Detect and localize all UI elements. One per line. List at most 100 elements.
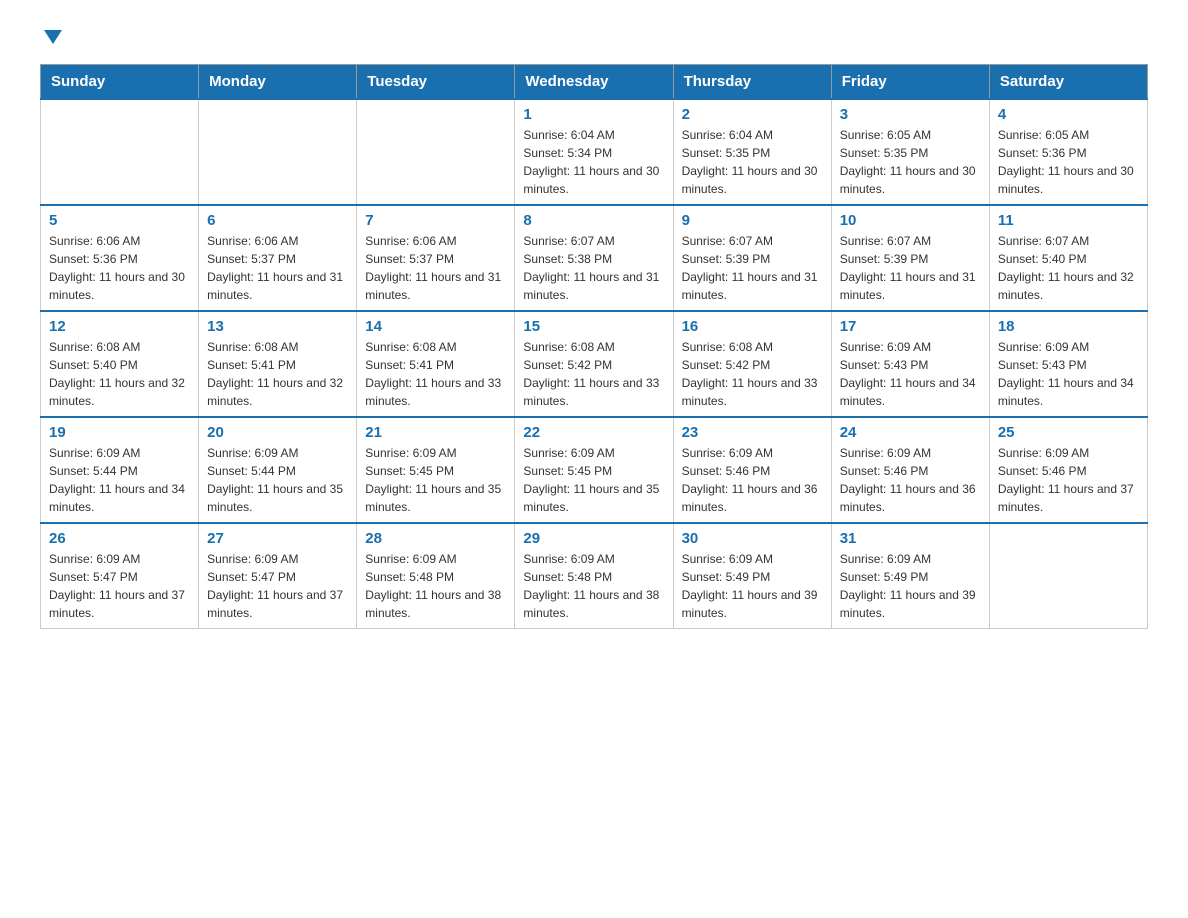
day-info: Sunrise: 6:08 AMSunset: 5:42 PMDaylight:…	[523, 338, 664, 410]
calendar-header-monday: Monday	[199, 65, 357, 100]
day-info: Sunrise: 6:05 AMSunset: 5:36 PMDaylight:…	[998, 126, 1139, 198]
calendar-cell: 20 Sunrise: 6:09 AMSunset: 5:44 PMDayligh…	[199, 417, 357, 523]
day-info: Sunrise: 6:09 AMSunset: 5:43 PMDaylight:…	[840, 338, 981, 410]
calendar-cell: 24Sunrise: 6:09 AMSunset: 5:46 PMDayligh…	[831, 417, 989, 523]
calendar-cell: 22 Sunrise: 6:09 AMSunset: 5:45 PMDayligh…	[515, 417, 673, 523]
calendar-header-friday: Friday	[831, 65, 989, 100]
calendar-cell: 16Sunrise: 6:08 AMSunset: 5:42 PMDayligh…	[673, 311, 831, 417]
day-info: Sunrise: 6:09 AMSunset: 5:45 PMDaylight:…	[523, 444, 664, 516]
day-info: Sunrise: 6:09 AMSunset: 5:46 PMDaylight:…	[682, 444, 823, 516]
day-info: Sunrise: 6:08 AMSunset: 5:40 PMDaylight:…	[49, 338, 190, 410]
day-number: 22	[523, 424, 664, 441]
day-number: 25	[998, 424, 1139, 441]
day-number: 4	[998, 106, 1139, 123]
calendar-cell: 13 Sunrise: 6:08 AMSunset: 5:41 PMDayligh…	[199, 311, 357, 417]
calendar-cell: 4 Sunrise: 6:05 AMSunset: 5:36 PMDaylight…	[989, 99, 1147, 205]
day-info: Sunrise: 6:09 AMSunset: 5:43 PMDaylight:…	[998, 338, 1139, 410]
day-number: 11	[998, 212, 1139, 229]
day-info: Sunrise: 6:09 AMSunset: 5:48 PMDaylight:…	[365, 550, 506, 622]
day-info: Sunrise: 6:09 AMSunset: 5:44 PMDaylight:…	[49, 444, 190, 516]
day-info: Sunrise: 6:07 AMSunset: 5:38 PMDaylight:…	[523, 232, 664, 304]
day-number: 5	[49, 212, 190, 229]
calendar-cell	[989, 523, 1147, 629]
calendar-cell: 2 Sunrise: 6:04 AMSunset: 5:35 PMDaylight…	[673, 99, 831, 205]
calendar-header-tuesday: Tuesday	[357, 65, 515, 100]
week-row-1: 1 Sunrise: 6:04 AMSunset: 5:34 PMDaylight…	[41, 99, 1148, 205]
day-info: Sunrise: 6:06 AMSunset: 5:37 PMDaylight:…	[207, 232, 348, 304]
calendar-cell: 18 Sunrise: 6:09 AMSunset: 5:43 PMDayligh…	[989, 311, 1147, 417]
calendar-cell: 7 Sunrise: 6:06 AMSunset: 5:37 PMDaylight…	[357, 205, 515, 311]
day-number: 24	[840, 424, 981, 441]
day-info: Sunrise: 6:09 AMSunset: 5:49 PMDaylight:…	[840, 550, 981, 622]
calendar-cell: 11Sunrise: 6:07 AMSunset: 5:40 PMDayligh…	[989, 205, 1147, 311]
calendar-cell: 30 Sunrise: 6:09 AMSunset: 5:49 PMDayligh…	[673, 523, 831, 629]
day-number: 12	[49, 318, 190, 335]
day-info: Sunrise: 6:09 AMSunset: 5:44 PMDaylight:…	[207, 444, 348, 516]
day-number: 6	[207, 212, 348, 229]
day-number: 7	[365, 212, 506, 229]
day-number: 2	[682, 106, 823, 123]
day-info: Sunrise: 6:09 AMSunset: 5:49 PMDaylight:…	[682, 550, 823, 622]
day-number: 13	[207, 318, 348, 335]
day-info: Sunrise: 6:06 AMSunset: 5:37 PMDaylight:…	[365, 232, 506, 304]
calendar-cell: 10Sunrise: 6:07 AMSunset: 5:39 PMDayligh…	[831, 205, 989, 311]
calendar-cell: 29 Sunrise: 6:09 AMSunset: 5:48 PMDayligh…	[515, 523, 673, 629]
calendar-cell: 1 Sunrise: 6:04 AMSunset: 5:34 PMDaylight…	[515, 99, 673, 205]
day-number: 18	[998, 318, 1139, 335]
day-info: Sunrise: 6:04 AMSunset: 5:34 PMDaylight:…	[523, 126, 664, 198]
calendar-header-saturday: Saturday	[989, 65, 1147, 100]
logo	[40, 30, 62, 44]
day-number: 23	[682, 424, 823, 441]
day-number: 19	[49, 424, 190, 441]
day-number: 30	[682, 530, 823, 547]
day-number: 31	[840, 530, 981, 547]
calendar-cell	[41, 99, 199, 205]
day-info: Sunrise: 6:09 AMSunset: 5:46 PMDaylight:…	[998, 444, 1139, 516]
calendar-cell: 27 Sunrise: 6:09 AMSunset: 5:47 PMDayligh…	[199, 523, 357, 629]
calendar-header-wednesday: Wednesday	[515, 65, 673, 100]
week-row-3: 12 Sunrise: 6:08 AMSunset: 5:40 PMDayligh…	[41, 311, 1148, 417]
day-info: Sunrise: 6:07 AMSunset: 5:39 PMDaylight:…	[840, 232, 981, 304]
day-number: 28	[365, 530, 506, 547]
calendar-cell: 28 Sunrise: 6:09 AMSunset: 5:48 PMDayligh…	[357, 523, 515, 629]
calendar-cell: 21 Sunrise: 6:09 AMSunset: 5:45 PMDayligh…	[357, 417, 515, 523]
logo-triangle-icon	[44, 30, 62, 44]
day-number: 3	[840, 106, 981, 123]
day-number: 8	[523, 212, 664, 229]
day-info: Sunrise: 6:09 AMSunset: 5:47 PMDaylight:…	[207, 550, 348, 622]
calendar-cell: 26 Sunrise: 6:09 AMSunset: 5:47 PMDayligh…	[41, 523, 199, 629]
page-header	[40, 30, 1148, 44]
calendar-cell: 3 Sunrise: 6:05 AMSunset: 5:35 PMDaylight…	[831, 99, 989, 205]
day-number: 15	[523, 318, 664, 335]
day-info: Sunrise: 6:08 AMSunset: 5:41 PMDaylight:…	[207, 338, 348, 410]
day-info: Sunrise: 6:05 AMSunset: 5:35 PMDaylight:…	[840, 126, 981, 198]
day-info: Sunrise: 6:07 AMSunset: 5:39 PMDaylight:…	[682, 232, 823, 304]
day-number: 9	[682, 212, 823, 229]
calendar-header-row: SundayMondayTuesdayWednesdayThursdayFrid…	[41, 65, 1148, 100]
day-number: 1	[523, 106, 664, 123]
day-number: 14	[365, 318, 506, 335]
calendar-table: SundayMondayTuesdayWednesdayThursdayFrid…	[40, 64, 1148, 629]
day-info: Sunrise: 6:08 AMSunset: 5:41 PMDaylight:…	[365, 338, 506, 410]
day-info: Sunrise: 6:09 AMSunset: 5:47 PMDaylight:…	[49, 550, 190, 622]
calendar-cell: 31 Sunrise: 6:09 AMSunset: 5:49 PMDayligh…	[831, 523, 989, 629]
day-number: 26	[49, 530, 190, 547]
day-number: 29	[523, 530, 664, 547]
week-row-2: 5 Sunrise: 6:06 AMSunset: 5:36 PMDaylight…	[41, 205, 1148, 311]
calendar-cell	[357, 99, 515, 205]
day-info: Sunrise: 6:04 AMSunset: 5:35 PMDaylight:…	[682, 126, 823, 198]
day-number: 27	[207, 530, 348, 547]
week-row-4: 19 Sunrise: 6:09 AMSunset: 5:44 PMDayligh…	[41, 417, 1148, 523]
day-info: Sunrise: 6:09 AMSunset: 5:48 PMDaylight:…	[523, 550, 664, 622]
day-info: Sunrise: 6:09 AMSunset: 5:45 PMDaylight:…	[365, 444, 506, 516]
calendar-cell: 8 Sunrise: 6:07 AMSunset: 5:38 PMDaylight…	[515, 205, 673, 311]
calendar-header-thursday: Thursday	[673, 65, 831, 100]
day-number: 17	[840, 318, 981, 335]
calendar-cell	[199, 99, 357, 205]
day-number: 20	[207, 424, 348, 441]
calendar-cell: 12 Sunrise: 6:08 AMSunset: 5:40 PMDayligh…	[41, 311, 199, 417]
calendar-cell: 5 Sunrise: 6:06 AMSunset: 5:36 PMDaylight…	[41, 205, 199, 311]
day-number: 21	[365, 424, 506, 441]
day-info: Sunrise: 6:06 AMSunset: 5:36 PMDaylight:…	[49, 232, 190, 304]
calendar-cell: 15 Sunrise: 6:08 AMSunset: 5:42 PMDayligh…	[515, 311, 673, 417]
